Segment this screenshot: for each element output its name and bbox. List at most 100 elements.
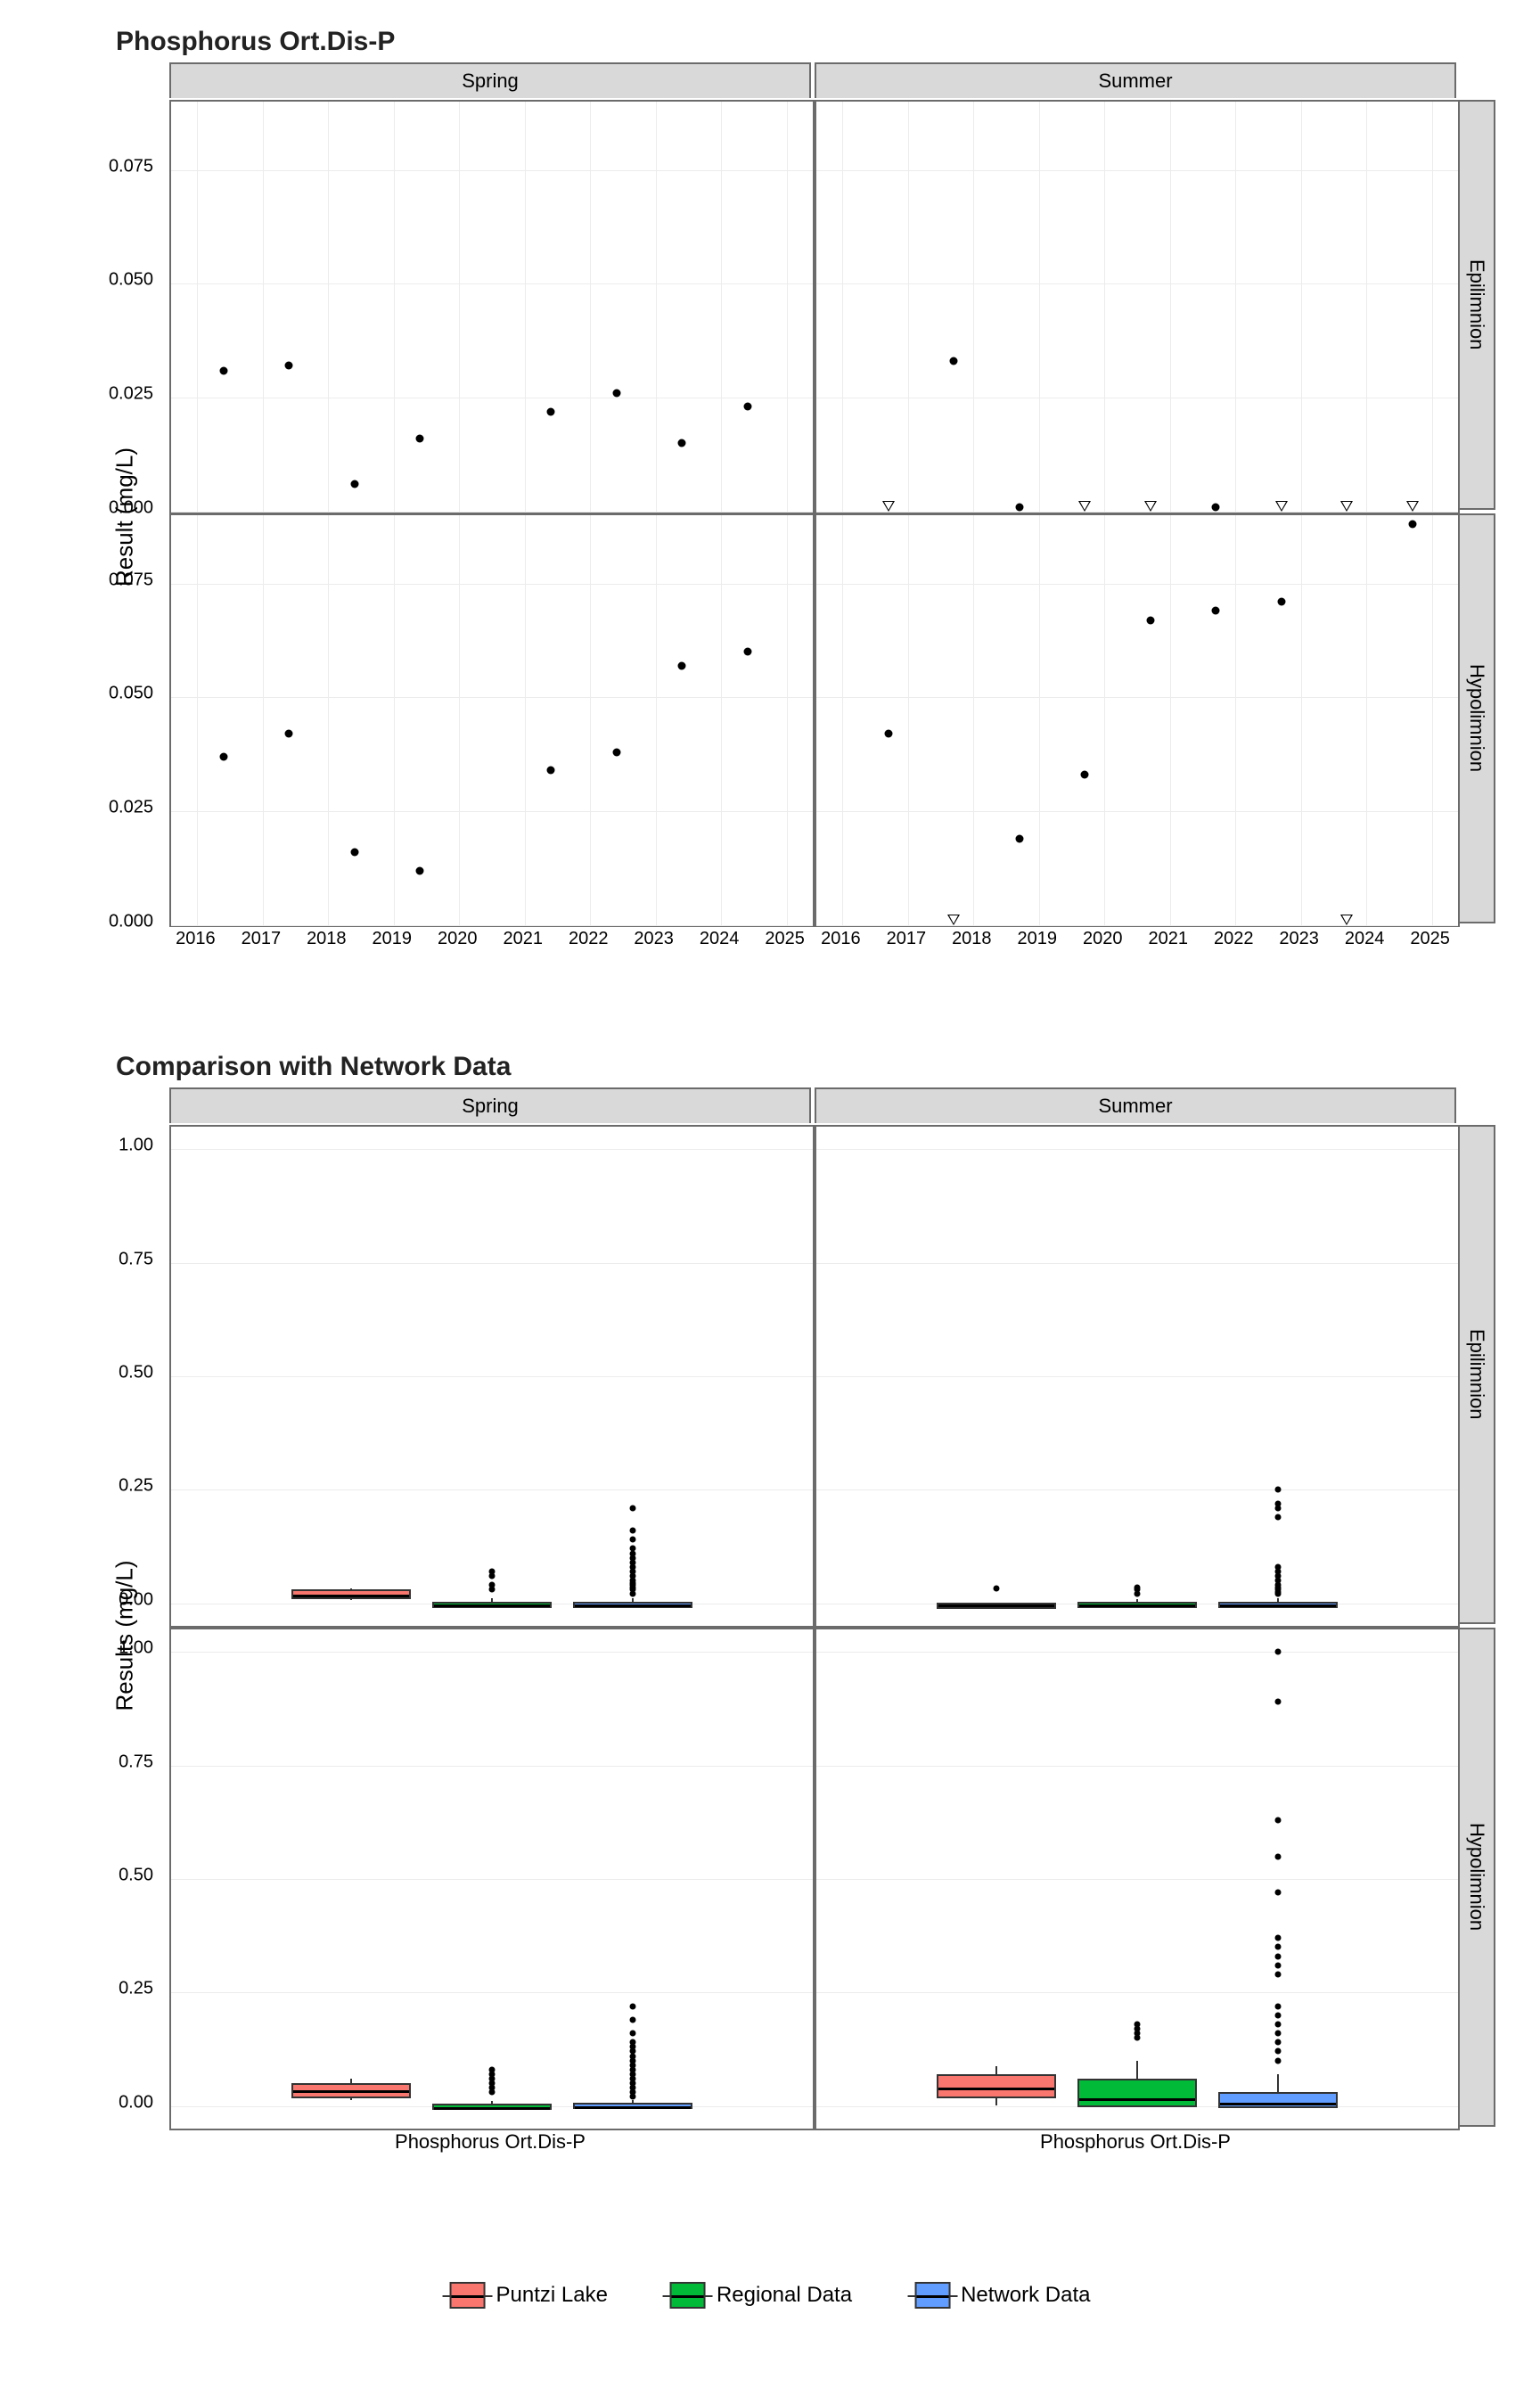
facet-col-strip: Spring: [169, 1087, 811, 1123]
outlier-marker: [630, 2003, 636, 2009]
outlier-marker: [993, 1585, 999, 1591]
outlier-marker: [630, 1528, 636, 1534]
outlier-marker: [489, 1582, 496, 1588]
median-line: [293, 2090, 409, 2093]
x-tick-label: 2019: [1018, 929, 1058, 949]
x-tick-label: 2017: [887, 929, 927, 949]
legend-item: Network Data: [914, 2282, 1090, 2309]
median-line: [938, 1604, 1054, 1607]
median-line: [1079, 2098, 1195, 2101]
y-tick-label: 0.000: [109, 912, 153, 932]
legend-label: Puntzi Lake: [496, 2283, 608, 2308]
open-triangle-marker: [1145, 503, 1156, 512]
outlier-marker: [630, 2016, 636, 2023]
x-axis-ticks-left: 2016201720182019202020212022202320242025: [169, 923, 811, 950]
y-axis-label: Results (mg/L): [111, 1560, 139, 1711]
page: Phosphorus Ort.Dis-P Result (mg/L) 0.000…: [0, 0, 1540, 2396]
outlier-marker: [1275, 1699, 1282, 1705]
x-tick-label: 2025: [765, 929, 805, 949]
dot-marker: [1015, 834, 1023, 842]
outlier-marker: [1275, 2031, 1282, 2037]
facet-grid: SpringSummerEpilimnionHypolimnion: [169, 1087, 1497, 2127]
facet-panel: [169, 1628, 815, 2130]
facet-panel: [815, 513, 1460, 927]
x-tick-label: 2024: [700, 929, 740, 949]
facet-panel: [169, 1125, 815, 1628]
y-tick-label: 0.050: [109, 684, 153, 704]
legend-label: Network Data: [961, 2283, 1090, 2308]
dot-marker: [416, 866, 424, 874]
median-line: [938, 2088, 1054, 2090]
legend-swatch: [450, 2282, 486, 2309]
median-line: [1220, 2103, 1336, 2105]
y-tick-label: 0.25: [119, 1979, 153, 1999]
dot-marker: [678, 661, 686, 669]
median-line: [575, 2106, 691, 2109]
timeseries-chart: Phosphorus Ort.Dis-P Result (mg/L) 0.000…: [53, 27, 1497, 972]
box: [291, 1589, 411, 1600]
outlier-marker: [1275, 2039, 1282, 2046]
dot-marker: [350, 480, 358, 488]
dot-marker: [1015, 503, 1023, 511]
outlier-marker: [1275, 1953, 1282, 1959]
box: [432, 2104, 552, 2110]
dot-marker: [1081, 771, 1089, 779]
x-tick-label: 2016: [821, 929, 861, 949]
outlier-marker: [489, 1568, 496, 1574]
x-axis-category-left: Phosphorus Ort.Dis-P: [169, 2130, 811, 2154]
y-tick-label: 0.50: [119, 1363, 153, 1383]
box: [573, 1602, 692, 1608]
facet-panel: [815, 1125, 1460, 1628]
outlier-marker: [1275, 2021, 1282, 2027]
x-tick-label: 2020: [438, 929, 478, 949]
outlier-marker: [1275, 1971, 1282, 1977]
boxplot-chart: Comparison with Network Data Results (mg…: [53, 1052, 1497, 2184]
x-tick-label: 2022: [1214, 929, 1254, 949]
x-axis-ticks-right: 2016201720182019202020212022202320242025: [815, 923, 1456, 950]
median-line: [1220, 1604, 1336, 1607]
open-triangle-marker: [883, 503, 894, 512]
box: [1218, 1602, 1338, 1608]
outlier-marker: [630, 1537, 636, 1543]
dot-marker: [950, 357, 958, 365]
x-tick-label: 2018: [952, 929, 992, 949]
x-tick-label: 2018: [307, 929, 347, 949]
outlier-marker: [1275, 2048, 1282, 2055]
legend-label: Regional Data: [717, 2283, 852, 2308]
facet-row-strip: Hypolimnion: [1460, 1628, 1495, 2127]
outlier-marker: [1135, 1584, 1141, 1590]
y-tick-label: 0.00: [119, 1589, 153, 1610]
box: [432, 1602, 552, 1608]
facet-row-strip: Epilimnion: [1460, 100, 1495, 510]
y-tick-label: 0.050: [109, 270, 153, 291]
legend-item: Regional Data: [670, 2282, 852, 2309]
dot-marker: [612, 748, 620, 756]
dot-marker: [743, 648, 751, 656]
dot-marker: [285, 362, 293, 370]
dot-marker: [416, 435, 424, 443]
x-tick-label: 2019: [373, 929, 413, 949]
facet-panel: [815, 1628, 1460, 2130]
facet-col-strip: Spring: [169, 62, 811, 98]
dot-marker: [612, 390, 620, 398]
y-tick-label: 1.00: [119, 1638, 153, 1659]
legend: Puntzi Lake Regional Data Network Data: [450, 2282, 1091, 2309]
x-tick-label: 2023: [634, 929, 674, 949]
box: [937, 1603, 1056, 1609]
dot-marker: [1212, 607, 1220, 615]
box: [1077, 2079, 1197, 2107]
open-triangle-marker: [1341, 503, 1352, 512]
facet-grid: SpringSummerEpilimnionHypolimnion: [169, 62, 1497, 923]
outlier-marker: [1275, 1649, 1282, 1655]
y-tick-label: 0.075: [109, 570, 153, 590]
outlier-marker: [630, 2039, 636, 2046]
median-line: [1079, 1604, 1195, 1607]
outlier-marker: [1275, 2003, 1282, 2009]
outlier-marker: [1275, 1563, 1282, 1570]
chart-title: Phosphorus Ort.Dis-P: [116, 27, 1497, 57]
dot-marker: [547, 767, 555, 775]
dot-marker: [285, 730, 293, 738]
x-tick-label: 2024: [1345, 929, 1385, 949]
outlier-marker: [630, 2031, 636, 2037]
y-tick-label: 0.075: [109, 156, 153, 176]
